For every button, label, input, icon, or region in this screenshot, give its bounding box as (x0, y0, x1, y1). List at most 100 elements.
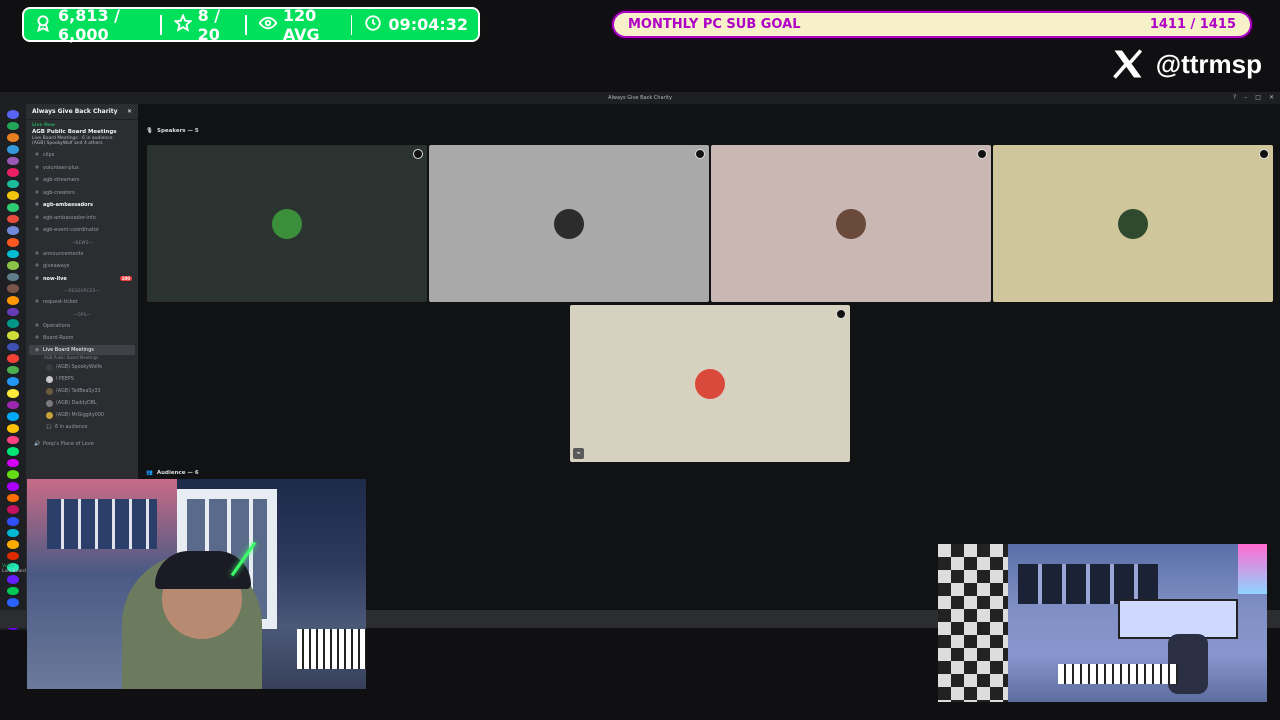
server-icon[interactable] (7, 458, 19, 468)
server-icon[interactable] (7, 168, 19, 177)
stage-channel-sub: AGB Public Board Meetings (44, 354, 99, 360)
server-icon[interactable] (7, 307, 19, 317)
maximize-icon[interactable]: □ (1255, 94, 1261, 101)
speaker-avatar (554, 208, 584, 239)
channel-announcements[interactable]: # announcements (26, 248, 138, 261)
speaker-tile[interactable] (429, 145, 709, 302)
server-icon[interactable] (7, 598, 19, 607)
server-icon[interactable] (7, 435, 19, 445)
more-options-icon[interactable] (977, 149, 987, 159)
server-icon[interactable] (7, 214, 19, 224)
stage-channel[interactable]: ◉ Live Board Meetings (29, 344, 135, 355)
channel-giveaways[interactable]: # giveaways (26, 260, 138, 273)
server-header[interactable]: Always Give Back Charity ✕ (26, 104, 138, 120)
channel-agb-creators[interactable]: # agb-creators (26, 187, 138, 200)
server-icon[interactable] (7, 133, 19, 142)
keyboard (297, 629, 366, 669)
server-icon[interactable] (7, 237, 19, 247)
server-icon[interactable] (7, 423, 19, 433)
server-icon[interactable] (7, 575, 19, 584)
category-resources[interactable]: — RESOURCES — (26, 285, 138, 296)
minimize-icon[interactable]: – (1244, 94, 1247, 101)
channel-agb-ambassador-info[interactable]: # agb-ambassador-info (26, 212, 138, 225)
stage-user[interactable]: l PEEPS (26, 374, 138, 386)
channel-request-ticket[interactable]: # request-ticket (26, 296, 138, 309)
more-options-icon[interactable] (1259, 149, 1269, 159)
channel-group-ops: # Operations # Board Room (26, 320, 138, 345)
server-icon[interactable] (7, 284, 19, 293)
server-icon[interactable] (7, 261, 19, 270)
channel-clips[interactable]: # clips (26, 149, 138, 162)
stage-user[interactable]: (AGB) TallBeaSy33 (26, 386, 138, 398)
channel-name: now-live (43, 275, 67, 282)
category-ops[interactable]: — OPS — (26, 309, 138, 320)
hash-icon: # (34, 263, 40, 270)
speaker-tile[interactable] (711, 145, 991, 302)
channel-now-live[interactable]: # now-live 100 (26, 273, 138, 286)
server-icon[interactable] (7, 191, 19, 200)
server-icon[interactable] (7, 540, 19, 549)
live-event-card[interactable]: Live Now AGB Public Board Meetings Live … (26, 120, 138, 149)
speaker-tile[interactable]: ⌁ (570, 305, 850, 462)
more-options-icon[interactable] (695, 149, 705, 159)
server-icon[interactable] (7, 516, 19, 526)
server-icon[interactable] (7, 319, 19, 328)
server-icon[interactable] (7, 144, 19, 154)
server-icon[interactable] (7, 505, 19, 514)
server-icon[interactable] (7, 377, 19, 386)
stage-user[interactable]: (AGB) DaddyDBL (26, 398, 138, 410)
stage-user[interactable]: (AGB) SpookyWolfe (26, 362, 138, 374)
server-icon[interactable] (7, 470, 19, 479)
server-icon[interactable] (7, 121, 19, 131)
server-icon[interactable] (7, 354, 19, 363)
server-icon[interactable] (7, 203, 19, 212)
channel-agb-ambassadors[interactable]: # agb-ambassadors (26, 199, 138, 212)
server-icon[interactable] (7, 110, 19, 119)
speaker-tile[interactable] (147, 145, 427, 302)
speaker-avatar (836, 208, 866, 239)
server-icon[interactable] (7, 249, 19, 259)
channel-volunteer-plus[interactable]: # volunteer-plus (26, 162, 138, 175)
speaker-avatar (695, 368, 725, 399)
server-icon[interactable] (7, 389, 19, 398)
channel-agb-streamers[interactable]: # agb-streamers (26, 174, 138, 187)
channel-board-room[interactable]: # Board Room (26, 332, 138, 345)
divider (245, 14, 247, 35)
channel-agb-event-coordinator[interactable]: # agb-event-coordinator (26, 224, 138, 237)
server-icon[interactable] (7, 412, 19, 421)
server-rail (0, 104, 26, 631)
server-icon[interactable] (7, 528, 19, 538)
server-icon[interactable] (7, 447, 19, 456)
server-icon[interactable] (7, 342, 19, 352)
server-icon[interactable] (7, 586, 19, 596)
more-options-icon[interactable] (413, 149, 423, 159)
voice-icon: 🔊 (34, 440, 41, 447)
stage-channel-name: Live Board Meetings (43, 346, 94, 353)
server-icon[interactable] (7, 179, 19, 189)
speaker-avatar (272, 208, 302, 239)
server-icon[interactable] (7, 482, 19, 491)
channel-poops-place[interactable]: 🔊 Poop's Place of Love (26, 438, 138, 451)
server-icon[interactable] (7, 296, 19, 305)
server-icon[interactable] (7, 226, 19, 235)
stage-user[interactable]: (AGB) MrGiggity000 (26, 410, 138, 422)
speaker-tile[interactable] (993, 145, 1273, 302)
server-icon[interactable] (7, 400, 19, 410)
audience-count[interactable]: 🎧 6 in audience (26, 422, 138, 434)
channel-name: agb-ambassador-info (43, 214, 96, 221)
hash-icon: # (34, 189, 40, 196)
server-icon[interactable] (7, 272, 19, 282)
hash-icon: # (34, 250, 40, 257)
server-icon[interactable] (7, 156, 19, 166)
server-icon[interactable] (7, 330, 19, 340)
help-icon[interactable]: ? (1233, 94, 1236, 101)
server-icon[interactable] (7, 493, 19, 503)
server-icon[interactable] (7, 365, 19, 375)
server-icon[interactable] (7, 551, 19, 561)
category-news[interactable]: — NEWS — (26, 237, 138, 248)
close-icon[interactable]: ✕ (127, 108, 132, 115)
channel-operations[interactable]: # Operations (26, 320, 138, 333)
divider (350, 14, 353, 35)
more-options-icon[interactable] (836, 309, 846, 319)
close-icon[interactable]: ✕ (1269, 94, 1274, 101)
